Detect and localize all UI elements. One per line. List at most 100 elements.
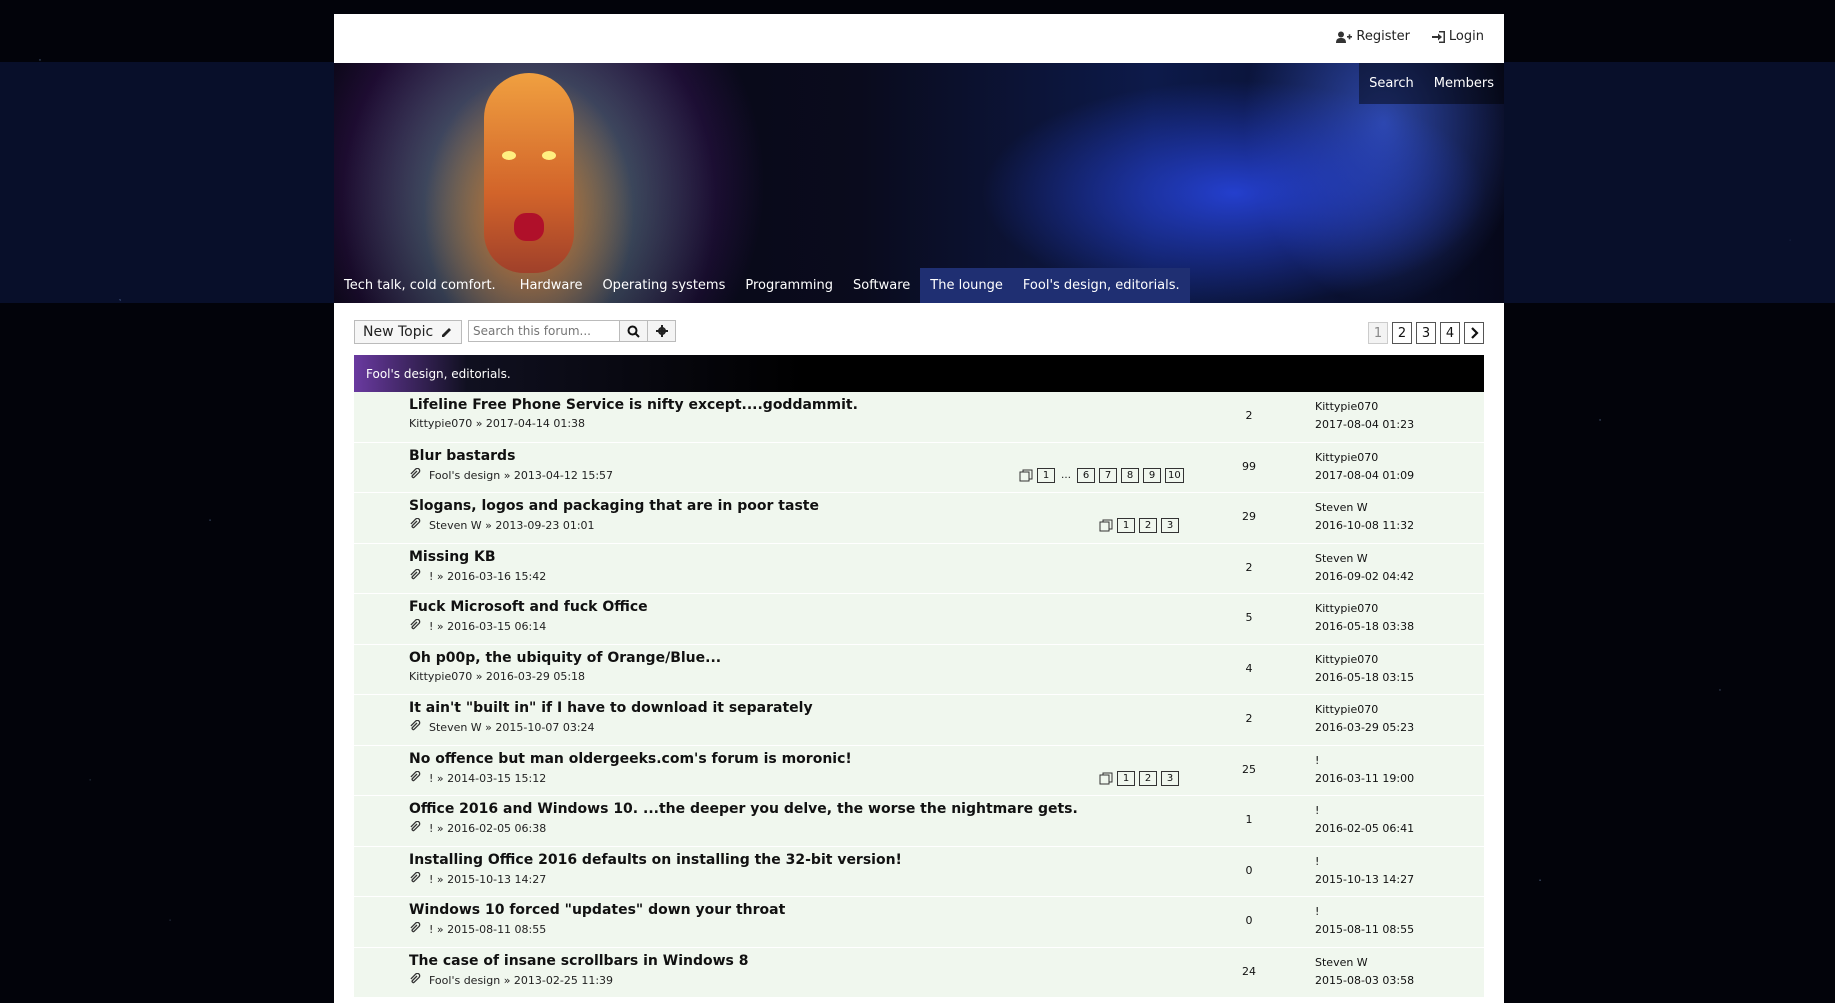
topic-title[interactable]: Oh p00p, the ubiquity of Orange/Blue... (409, 650, 721, 666)
new-topic-button[interactable]: New Topic (354, 320, 463, 344)
topic-page-link[interactable]: 2 (1139, 518, 1157, 533)
reply-count: 0 (1245, 863, 1253, 877)
last-post-user[interactable]: Steven W (1315, 552, 1368, 565)
topic-row: Office 2016 and Windows 10. ...the deepe… (354, 796, 1484, 847)
advanced-search-button[interactable] (648, 321, 675, 341)
last-post-user[interactable]: ! (1315, 754, 1319, 767)
topic-page-link[interactable]: 10 (1165, 467, 1184, 483)
page: Register Login Search Members Tech talk,… (334, 14, 1504, 1003)
reply-count: 2 (1245, 712, 1253, 725)
topic-title[interactable]: The case of insane scrollbars in Windows… (409, 953, 749, 969)
search-link[interactable]: Search (1359, 63, 1424, 104)
last-post-user[interactable]: Steven W (1315, 501, 1368, 514)
last-post-user[interactable]: Kittypie070 (1315, 703, 1378, 716)
last-post-date[interactable]: 2016-02-05 06:41 (1315, 822, 1414, 835)
login-link[interactable]: Login (1431, 29, 1484, 44)
topic-author-date: ! » 2016-03-16 15:42 (429, 569, 547, 583)
topic-page-link[interactable]: 1 (1037, 467, 1055, 483)
nav-the-lounge[interactable]: The lounge (920, 268, 1013, 303)
forum-search (468, 320, 676, 342)
topic-row: Oh p00p, the ubiquity of Orange/Blue... K… (354, 644, 1484, 695)
topic-author-date: Fool's design » 2013-02-25 11:39 (429, 973, 614, 987)
topic-title[interactable]: No offence but man oldergeeks.com's foru… (409, 751, 852, 767)
page-4[interactable]: 4 (1440, 322, 1460, 344)
last-post-date[interactable]: 2015-08-03 03:58 (1315, 974, 1414, 987)
topic-title[interactable]: Installing Office 2016 defaults on insta… (409, 852, 902, 868)
pages-icon (1019, 469, 1033, 481)
reply-count: 25 (1242, 762, 1256, 776)
last-post-date[interactable]: 2016-05-18 03:38 (1315, 620, 1414, 633)
topic-title[interactable]: Lifeline Free Phone Service is nifty exc… (409, 397, 858, 413)
topic-title[interactable]: Blur bastards (409, 448, 515, 464)
last-post-date[interactable]: 2016-03-29 05:23 (1315, 721, 1414, 734)
search-icon (627, 325, 640, 338)
nav-operating-systems[interactable]: Operating systems (592, 268, 735, 303)
add-user-icon (1336, 31, 1353, 43)
last-post-date[interactable]: 2015-08-11 08:55 (1315, 923, 1414, 936)
topic-page-link[interactable]: 3 (1161, 770, 1179, 786)
topic-title[interactable]: Fuck Microsoft and fuck Office (409, 599, 648, 615)
nav-programming[interactable]: Programming (735, 268, 843, 303)
login-label: Login (1448, 29, 1484, 44)
register-link[interactable]: Register (1336, 29, 1410, 44)
topic-page-link[interactable]: 1 (1117, 770, 1135, 786)
last-post-date[interactable]: 2017-08-04 01:09 (1315, 469, 1414, 482)
last-post-date[interactable]: 2017-08-04 01:23 (1315, 418, 1414, 431)
topic-page-link[interactable]: 2 (1139, 770, 1157, 786)
last-post-user[interactable]: Kittypie070 (1315, 451, 1378, 464)
gear-icon (655, 325, 668, 337)
last-post-date[interactable]: 2015-10-13 14:27 (1315, 873, 1414, 886)
page-3[interactable]: 3 (1416, 322, 1436, 344)
last-post-user[interactable]: Kittypie070 (1315, 653, 1378, 666)
pages-ellipsis: … (1061, 469, 1071, 481)
last-post-date[interactable]: 2016-05-18 03:15 (1315, 671, 1414, 684)
nav-software[interactable]: Software (843, 268, 920, 303)
last-post-user[interactable]: ! (1315, 855, 1319, 868)
paperclip-icon (409, 568, 423, 584)
topic-title[interactable]: Missing KB (409, 549, 496, 565)
paperclip-icon (409, 921, 423, 937)
topic-meta: Fool's design » 2013-02-25 11:39 (409, 972, 614, 988)
topic-page-link[interactable]: 1 (1117, 518, 1135, 533)
last-post-date[interactable]: 2016-09-02 04:42 (1315, 570, 1414, 583)
nav-fools-design[interactable]: Fool's design, editorials. (1012, 268, 1190, 303)
paperclip-icon (409, 517, 423, 533)
top-bar: Register Login (334, 14, 1504, 63)
topic-title[interactable]: Windows 10 forced "updates" down your th… (409, 902, 785, 918)
paperclip-icon (409, 770, 423, 786)
reply-count: 1 (1245, 813, 1253, 826)
nav-tech-talk[interactable]: Tech talk, cold comfort. (334, 268, 510, 303)
topic-author-date: Kittypie070 » 2017-04-14 01:38 (409, 417, 586, 430)
topic-author-date: Steven W » 2015-10-07 03:24 (429, 721, 595, 734)
reply-count: 2 (1245, 560, 1253, 574)
last-post-date[interactable]: 2016-10-08 11:32 (1315, 519, 1414, 532)
reply-count: 24 (1242, 964, 1256, 978)
last-post-user[interactable]: Kittypie070 (1315, 400, 1378, 413)
topic-title[interactable]: Slogans, logos and packaging that are in… (409, 498, 819, 514)
topic-list: Lifeline Free Phone Service is nifty exc… (354, 392, 1484, 998)
members-link[interactable]: Members (1423, 63, 1504, 104)
last-post-user[interactable]: Steven W (1315, 956, 1368, 969)
last-post-date[interactable]: 2016-03-11 19:00 (1315, 772, 1414, 785)
last-post-user[interactable]: ! (1315, 905, 1319, 918)
topic-row: Lifeline Free Phone Service is nifty exc… (354, 392, 1484, 443)
topic-page-link[interactable]: 6 (1077, 467, 1095, 483)
nav-hardware[interactable]: Hardware (510, 268, 593, 303)
topic-page-link[interactable]: 7 (1099, 467, 1117, 483)
topic-page-link[interactable]: 8 (1121, 467, 1139, 483)
page-1[interactable]: 1 (1368, 322, 1388, 344)
topic-title[interactable]: It ain't "built in" if I have to downloa… (409, 700, 813, 716)
last-post-user[interactable]: Kittypie070 (1315, 602, 1378, 615)
reply-count: 99 (1242, 459, 1256, 473)
next-page-button[interactable] (1464, 322, 1484, 344)
pagination: 1 2 3 4 (1368, 322, 1484, 344)
search-input[interactable] (469, 321, 620, 341)
topic-page-link[interactable]: 9 (1143, 467, 1161, 483)
page-2[interactable]: 2 (1392, 322, 1412, 344)
topic-title[interactable]: Office 2016 and Windows 10. ...the deepe… (409, 801, 1078, 817)
last-post-user[interactable]: ! (1315, 804, 1319, 817)
search-button[interactable] (620, 321, 648, 341)
topic-pages: 123 (1099, 770, 1179, 786)
topic-row: It ain't "built in" if I have to downloa… (354, 695, 1484, 746)
topic-page-link[interactable]: 3 (1161, 518, 1179, 533)
